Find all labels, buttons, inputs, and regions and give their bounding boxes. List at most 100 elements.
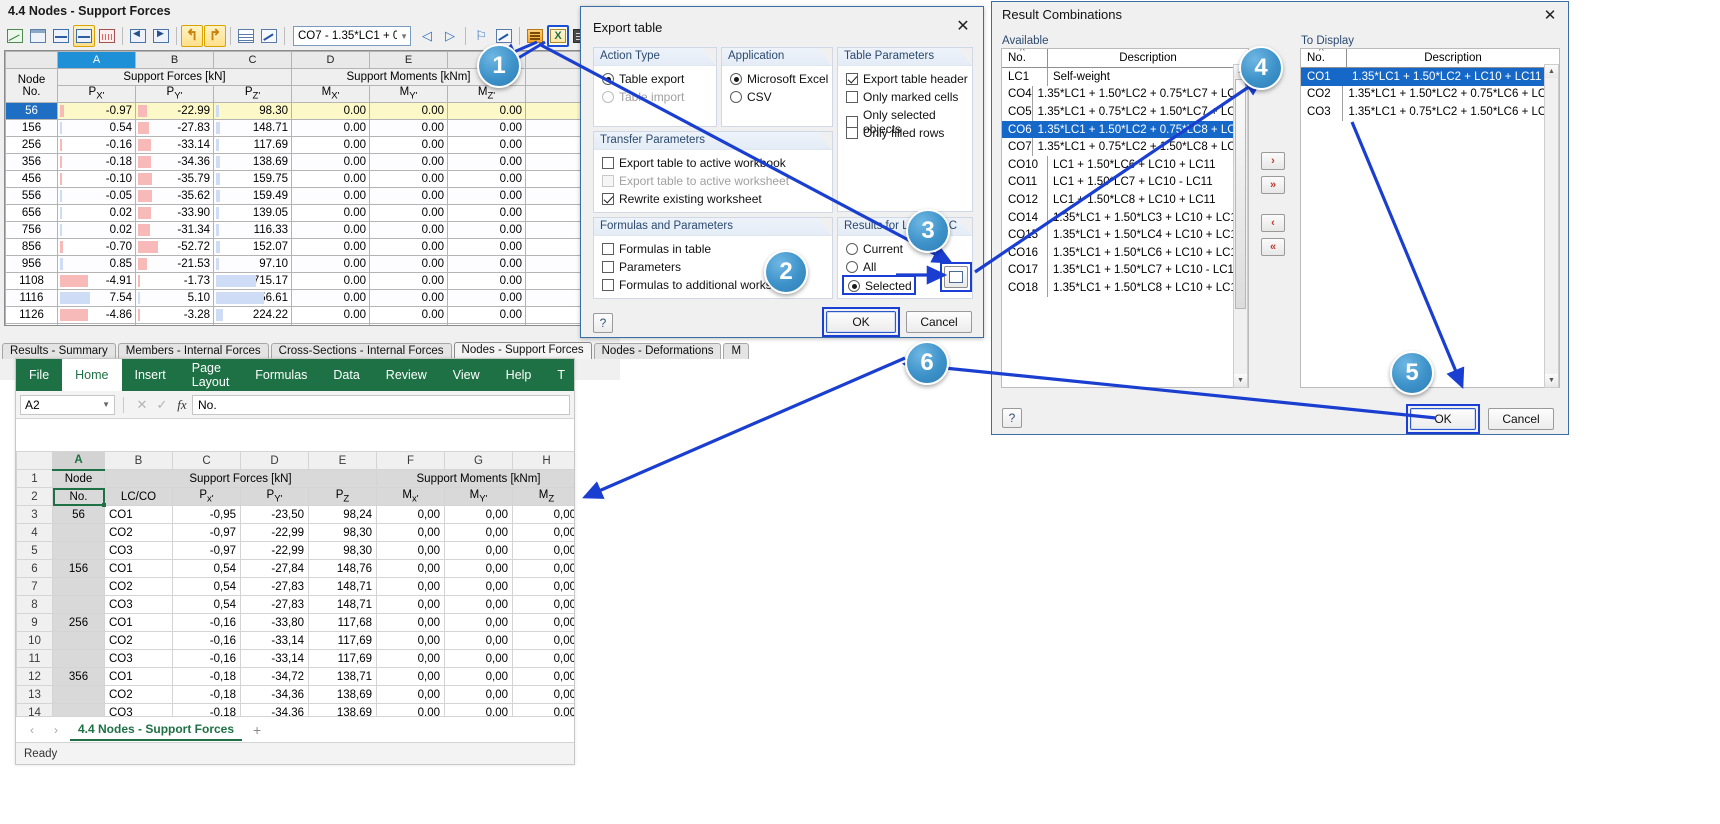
excel-cell-g[interactable]: 0,00 <box>444 595 513 614</box>
excel-row-number[interactable]: 14 <box>16 703 53 716</box>
radio-table-export[interactable]: Table export <box>602 72 684 86</box>
rfem-results-grid[interactable]: A B C D E F Node No. Support Forces [kN]… <box>4 50 616 326</box>
excel-cell-lcco[interactable]: CO3 <box>104 595 173 614</box>
cell-mz[interactable]: 0.00 <box>447 272 526 290</box>
excel-cell-h[interactable]: 0,00 <box>512 559 574 578</box>
excel-cell-h[interactable]: 0,00 <box>512 523 574 542</box>
cell-my[interactable]: 0.00 <box>369 323 448 325</box>
excel-cell-c[interactable]: -0,95 <box>172 505 241 524</box>
excel-cell-h[interactable]: 0,00 <box>512 613 574 632</box>
scroll-thumb[interactable] <box>1235 79 1246 309</box>
excel-cell-lcco[interactable]: CO2 <box>104 523 173 542</box>
sheet-tab-support-forces[interactable]: 4.4 Nodes - Support Forces <box>70 719 243 741</box>
row-header-node[interactable]: 456 <box>5 170 58 188</box>
excel-cell-h[interactable]: 0,00 <box>512 703 574 716</box>
available-col-desc[interactable]: Description <box>1048 49 1248 67</box>
excel-cell-node[interactable]: 356 <box>52 667 105 686</box>
to-display-row[interactable]: CO2 1.35*LC1 + 1.50*LC2 + 0.75*LC6 + LC10 <box>1301 85 1559 104</box>
excel-cell-e2[interactable]: PZ <box>308 487 377 506</box>
excel-col-f[interactable]: F <box>376 451 445 470</box>
excel-cell-d[interactable]: -22,99 <box>240 523 309 542</box>
cell-py[interactable]: -3.28 <box>135 306 214 324</box>
excel-cell-h[interactable]: 0,00 <box>512 541 574 560</box>
excel-ribbon-tab-insert[interactable]: Insert <box>122 359 179 391</box>
row-header-node[interactable]: 256 <box>5 136 58 154</box>
excel-cell-h[interactable]: 0,00 <box>512 577 574 596</box>
col-letter-c[interactable]: C <box>213 51 292 69</box>
cell-my[interactable]: 0.00 <box>369 204 448 222</box>
excel-row[interactable]: 8 CO3 0,54 -27,83 148,71 0,00 0,00 0,00 <box>16 595 574 614</box>
excel-row[interactable]: 6 156 CO1 0,54 -27,84 148,76 0,00 0,00 0,00 <box>16 559 574 578</box>
cell-mz[interactable]: 0.00 <box>447 238 526 256</box>
excel-cell-d[interactable]: -34,36 <box>240 685 309 704</box>
cell-my[interactable]: 0.00 <box>369 119 448 137</box>
excel-cell-g[interactable]: 0,00 <box>444 631 513 650</box>
excel-cell-g[interactable]: 0,00 <box>444 523 513 542</box>
add-sheet-icon[interactable]: + <box>246 722 268 738</box>
cell-my[interactable]: 0.00 <box>369 306 448 324</box>
excel-ribbon-tab-review[interactable]: Review <box>373 359 440 391</box>
row-header-node[interactable]: 856 <box>5 238 58 256</box>
excel-cell-d[interactable]: -34,36 <box>240 703 309 716</box>
excel-cell-e[interactable]: 98,30 <box>308 523 377 542</box>
excel-cell-c[interactable]: -0,18 <box>172 703 241 716</box>
fx-icon[interactable]: fx <box>172 397 192 413</box>
excel-ribbon-tab-page-layout[interactable]: Page Layout <box>179 359 243 391</box>
cell-my[interactable]: 0.00 <box>369 289 448 307</box>
cell-mx[interactable]: 0.00 <box>291 306 370 324</box>
cell-py[interactable]: -33.90 <box>135 204 214 222</box>
excel-cell-f[interactable]: 0,00 <box>376 649 445 668</box>
cell-my[interactable]: 0.00 <box>369 136 448 154</box>
excel-cell-d[interactable]: -27,83 <box>240 577 309 596</box>
excel-cell-lcco[interactable]: CO2 <box>104 577 173 596</box>
cell-mz[interactable]: 0.00 <box>447 170 526 188</box>
excel-cell-lcco[interactable]: CO1 <box>104 667 173 686</box>
rfem-tab-4[interactable]: Nodes - Deformations <box>593 343 722 359</box>
table-row[interactable]: 556 -0.05 -35.62 159.49 0.00 0.00 0.00 <box>5 187 615 205</box>
name-box[interactable]: A2 ▼ <box>20 394 115 415</box>
excel-cell-node[interactable]: 256 <box>52 613 105 632</box>
checkbox-export-to-active-workbook[interactable]: Export table to active workbook <box>602 156 786 170</box>
excel-cell-c[interactable]: 0,54 <box>172 577 241 596</box>
row-header-node[interactable]: 956 <box>5 255 58 273</box>
cell-py[interactable]: -31.34 <box>135 221 214 239</box>
excel-cell-g[interactable]: 0,00 <box>444 577 513 596</box>
excel-cell-f[interactable]: 0,00 <box>376 541 445 560</box>
excel-row[interactable]: 13 CO2 -0,18 -34,36 138,69 0,00 0,00 0,00 <box>16 685 574 704</box>
printout-report-button[interactable] <box>524 25 546 47</box>
cell-mz[interactable]: 0.00 <box>447 255 526 273</box>
move-left-all-button[interactable]: « <box>1261 238 1285 256</box>
table-row[interactable]: 1108 -4.91 -1.73 1715.17 0.00 0.00 0.00 <box>5 272 615 290</box>
cell-my[interactable]: 0.00 <box>369 238 448 256</box>
table-row[interactable]: 856 -0.70 -52.72 152.07 0.00 0.00 0.00 <box>5 238 615 256</box>
excel-cell-e[interactable]: 138,69 <box>308 685 377 704</box>
excel-cell-e[interactable]: 148,71 <box>308 577 377 596</box>
cell-px[interactable]: 0.85 <box>57 255 136 273</box>
cell-mz[interactable]: 0.00 <box>447 119 526 137</box>
cell-pz[interactable]: 117.69 <box>213 136 292 154</box>
rfem-tab-0[interactable]: Results - Summary <box>2 343 116 359</box>
close-icon[interactable]: ✕ <box>1537 5 1563 25</box>
scroll-up-icon[interactable]: ▲ <box>1545 65 1558 78</box>
excel-row[interactable]: 3 56 CO1 -0,95 -23,50 98,24 0,00 0,00 0,00 <box>16 505 574 524</box>
excel-cell-d[interactable]: -27,83 <box>240 595 309 614</box>
available-row[interactable]: CO16 1.35*LC1 + 1.50*LC6 + LC10 + LC11 <box>1002 243 1248 262</box>
excel-cell-b2[interactable]: LC/CO <box>104 487 173 506</box>
excel-cell-g[interactable]: 0,00 <box>444 667 513 686</box>
excel-cell-lcco[interactable]: CO3 <box>104 649 173 668</box>
excel-cell-node[interactable] <box>52 595 105 614</box>
table-row[interactable]: 356 -0.18 -34.36 138.69 0.00 0.00 0.00 <box>5 153 615 171</box>
filter-button[interactable] <box>96 25 118 47</box>
excel-cell-lcco[interactable]: CO1 <box>104 613 173 632</box>
cell-pz[interactable]: 0.00 <box>213 323 292 325</box>
cell-py[interactable]: -22.99 <box>135 102 214 120</box>
cell-my[interactable]: 0.00 <box>369 187 448 205</box>
move-right-all-button[interactable]: » <box>1261 176 1285 194</box>
excel-row[interactable]: 10 CO2 -0,16 -33,14 117,69 0,00 0,00 0,00 <box>16 631 574 650</box>
filter-flag-button[interactable]: ⚐ <box>470 25 492 47</box>
cell-pz[interactable]: 2056.61 <box>213 289 292 307</box>
available-row[interactable]: CO4 1.35*LC1 + 1.50*LC2 + 0.75*LC7 + LC10 <box>1002 85 1248 104</box>
nav-next-button[interactable]: ▷ <box>439 25 461 47</box>
available-row[interactable]: CO12 LC1 + 1.50*LC8 + LC10 + LC11 <box>1002 191 1248 209</box>
excel-row-number[interactable]: 6 <box>16 559 53 578</box>
